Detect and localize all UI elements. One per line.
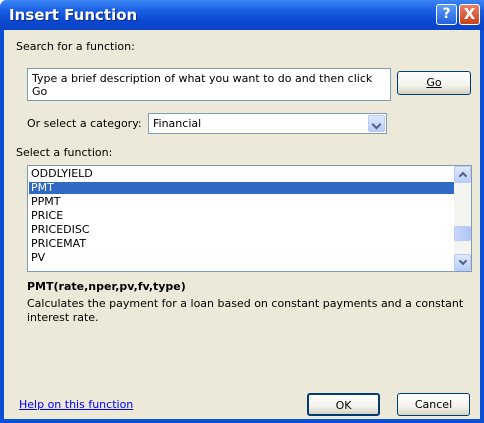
function-description: Calculates the payment for a loan based … [27,297,464,324]
list-item-pv[interactable]: PV [29,252,456,264]
scroll-up-icon[interactable] [454,166,471,183]
function-signature: PMT(rate,nper,pv,fv,type) [27,280,186,293]
list-item-pricemat[interactable]: PRICEMAT [29,238,456,250]
function-list[interactable]: ODDLYIELD PMT PPMT PRICE PRICEDISC PRICE… [27,165,472,272]
list-item-price[interactable]: PRICE [29,210,456,222]
category-value: Financial [153,117,202,130]
list-item-pmt[interactable]: PMT [29,182,456,194]
go-button-label: Go [426,76,442,89]
category-label: Or select a category: [27,117,142,130]
search-input[interactable]: Type a brief description of what you wan… [27,68,391,101]
close-icon[interactable]: X [459,4,480,25]
help-question-icon[interactable]: ? [436,4,457,25]
chevron-down-icon[interactable] [368,115,385,132]
list-item-pricedisc[interactable]: PRICEDISC [29,224,456,236]
scroll-thumb[interactable] [454,226,471,241]
scroll-down-icon[interactable] [454,254,471,271]
ok-button[interactable]: OK [307,393,380,416]
go-button[interactable]: Go [397,71,471,95]
help-on-function-link[interactable]: Help on this function [19,398,133,411]
function-list-label: Select a function: [16,146,113,159]
dialog-title: Insert Function [9,6,138,24]
search-label: Search for a function: [16,40,135,53]
cancel-button[interactable]: Cancel [397,393,470,416]
category-select[interactable]: Financial [148,113,387,134]
list-item-oddlyield[interactable]: ODDLYIELD [29,168,456,180]
title-bar[interactable]: Insert Function ? X [0,0,484,30]
insert-function-dialog: Insert Function ? X Search for a functio… [0,0,484,423]
dialog-body: Search for a function: Type a brief desc… [4,30,480,419]
list-item-ppmt[interactable]: PPMT [29,196,456,208]
vertical-scrollbar[interactable] [454,166,471,271]
